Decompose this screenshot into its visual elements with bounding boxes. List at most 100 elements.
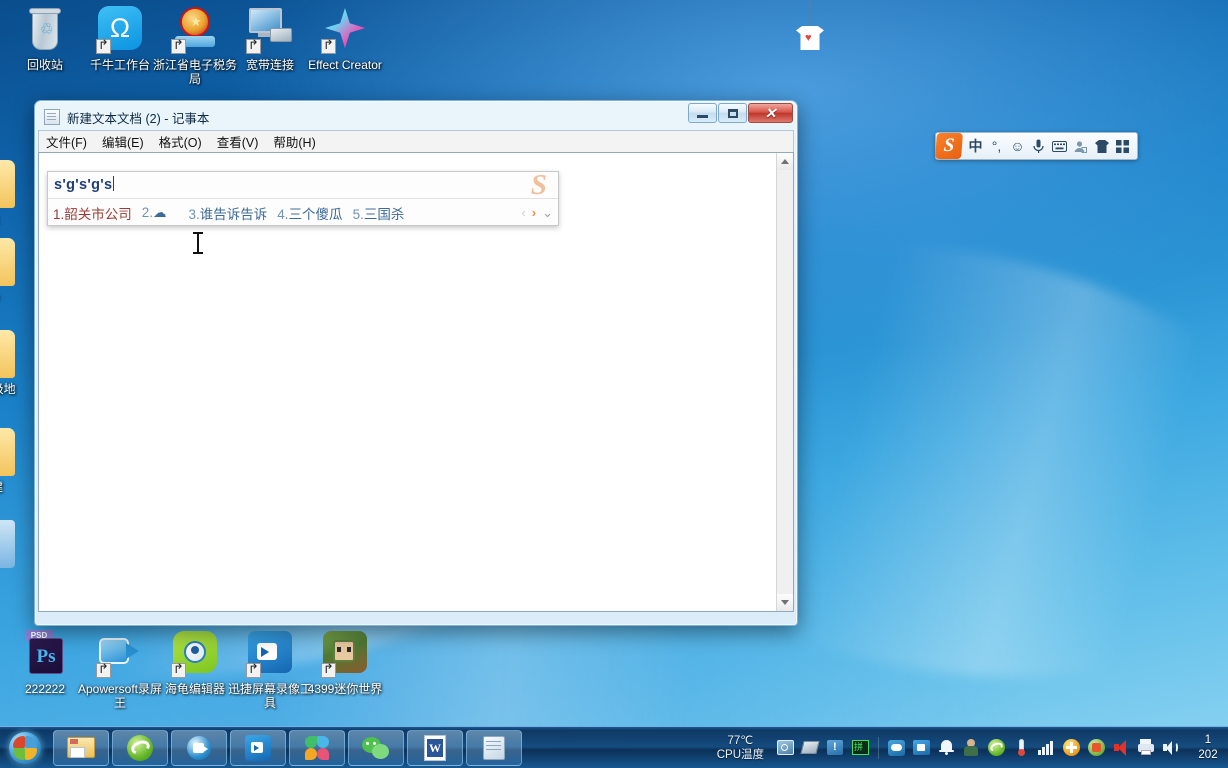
chinese-mode-icon[interactable]: 中 [965,133,986,159]
desktop-icon-label: 千牛工作台 [89,58,150,72]
tshirt-icon: ♥ [796,26,824,50]
info-badge-icon[interactable]: ! [826,738,845,757]
menu-item-file[interactable]: 文件(F) [46,132,87,151]
user-account-icon[interactable] [1070,133,1091,159]
menu-item-edit[interactable]: 编辑(E) [102,132,144,151]
punctuation-icon[interactable]: °, [986,133,1007,159]
desktop-icon-edge-4[interactable]: dz [0,520,34,586]
ime-candidate-1[interactable]: 1.韶关市公司 [53,203,132,223]
soft-keyboard-icon[interactable] [1049,133,1070,159]
notification-bell-icon[interactable] [937,738,956,757]
ime-candidate-4[interactable]: 4.三个傻瓜 [277,203,342,223]
desktop-icon-label: 迅捷屏幕录像工具 [227,682,312,710]
menu-item-view[interactable]: 查看(V) [217,132,259,151]
cloud-sync-icon[interactable] [887,738,906,757]
sogou-ime-toolbar[interactable]: S 中 °, ☺ [935,132,1138,160]
emoji-icon[interactable]: ☺ [1007,133,1028,159]
mouse-cursor-ibeam [193,232,203,254]
notepad-menu-bar[interactable]: 文件(F) 编辑(E) 格式(O) 查看(V) 帮助(H) [38,130,794,152]
update-plus-icon[interactable] [1062,738,1081,757]
taskbar-camera-button[interactable] [171,729,227,766]
windows-orb-icon [9,731,41,764]
candidate-number: 5. [352,206,364,222]
taskbar-ie-button[interactable] [112,729,168,766]
network-adapter-icon[interactable] [800,738,820,757]
skin-icon[interactable] [1091,133,1112,159]
desktop-icon-xunjie-recorder[interactable]: 迅捷屏幕录像工具 [227,630,313,710]
minimize-button[interactable] [688,103,717,123]
app-tray-icon[interactable] [1087,738,1106,757]
desktop-icon-recycle-bin[interactable]: ♲ 回收站 [2,6,88,72]
desktop-icon-label: 的t [0,212,34,226]
start-button[interactable] [0,727,50,768]
ime-candidate-5[interactable]: 5.三国杀 [353,203,405,223]
candidate-text: 韶关市公司 [64,206,132,222]
next-page-icon[interactable]: › [532,205,536,220]
desktop-icon-label: 222222 [24,682,66,696]
toolbox-icon[interactable] [1112,133,1133,159]
printer-icon[interactable] [1137,738,1156,757]
taskbar[interactable]: W 77℃ CPU温度 ! 拼 1 202 [0,726,1228,768]
turtle-editor-icon [171,630,219,678]
cpu-temperature-display: 77℃ CPU温度 [717,734,764,762]
scroll-up-arrow-icon[interactable] [777,153,793,170]
desktop-icon-label: 新建 [0,480,34,494]
voice-input-icon[interactable] [1028,133,1049,159]
system-tray[interactable]: 77℃ CPU温度 ! 拼 1 202 [717,727,1228,768]
ime-candidate-3[interactable]: 3.谁告诉告诉 [189,203,268,223]
desktop-icon-broadband[interactable]: 宽带连接 [227,6,313,72]
expand-chevron-down-icon[interactable]: ⌄ [542,205,553,221]
shortcut-arrow-icon [96,663,111,678]
menu-item-format[interactable]: 格式(O) [159,132,202,151]
qq-pinyin-icon[interactable]: 拼 [851,738,870,757]
sogou-skin-shirt-widget[interactable]: ♥ [796,0,824,50]
maximize-button[interactable] [718,103,747,123]
volume-mute-icon[interactable] [1112,738,1131,757]
security-guard-icon[interactable] [962,738,981,757]
desktop-icon-tax-bureau[interactable]: ★ 浙江省电子税务局 [152,6,238,86]
signal-bars-icon[interactable] [1037,738,1056,757]
desktop-icon-effect-creator[interactable]: Effect Creator [302,6,388,72]
desktop-icon-turtle-editor[interactable]: 海龟编辑器 [152,630,238,696]
desktop-icon-edge-1[interactable]: me [0,238,34,304]
close-button[interactable]: ✕ [748,103,793,123]
ime-candidate-2[interactable]: 2.☁ [142,205,167,221]
ime-candidate-window[interactable]: s'g's'g's S 1.韶关市公司 2.☁ 3.谁告诉告诉 4.三个傻瓜 5… [47,171,559,226]
shortcut-arrow-icon [171,39,186,54]
video-tray-icon[interactable] [912,738,931,757]
desktop-icon-label: me [0,290,34,304]
taskbar-video-player-button[interactable] [230,729,286,766]
ie-tray-icon[interactable] [987,738,1006,757]
screenshot-tool-icon[interactable] [776,738,795,757]
desktop-icon-label: SCR级地 [0,382,16,396]
desktop-icon-qianniu[interactable]: Ω 千牛工作台 [77,6,163,72]
taskbar-word-button[interactable]: W [407,729,463,766]
word-icon: W [420,733,450,763]
prev-page-icon[interactable]: ‹ [521,205,525,220]
broadband-connection-icon [246,6,294,54]
desktop-icon-label: 4399迷你世界 [307,682,383,696]
desktop-icon-label: 回收站 [26,58,63,72]
sogou-logo-icon[interactable]: S [935,133,963,159]
vertical-scrollbar[interactable] [776,153,793,611]
taskbar-file-explorer-button[interactable] [53,729,109,766]
scroll-down-arrow-icon[interactable] [777,594,793,611]
taskbar-flower-app-button[interactable] [289,729,345,766]
menu-item-help[interactable]: 帮助(H) [273,132,315,151]
volume-icon[interactable] [1162,738,1181,757]
desktop-icon-edge-3[interactable]: 新建 [0,428,34,494]
thermometer-icon[interactable] [1012,738,1031,757]
notepad-title-bar[interactable]: 新建文本文档 (2) - 记事本 ✕ [38,103,794,130]
sogou-watermark-logo-icon: S [530,171,548,201]
wechat-icon [361,733,391,763]
folder-icon [0,520,15,568]
desktop-icon-edge-0[interactable]: 的t [0,160,34,226]
desktop-icon-edge-2[interactable]: SCR级地 [0,330,34,396]
taskbar-notepad-button[interactable] [466,729,522,766]
taskbar-wechat-button[interactable] [348,729,404,766]
desktop-icon-apowersoft[interactable]: Apowersoft录屏王 [77,630,163,710]
camera-app-icon [184,733,214,763]
desktop-icon-miniworld[interactable]: 4399迷你世界 [302,630,388,696]
desktop-icon-psd[interactable]: PSD Ps 222222 [2,630,88,696]
clock[interactable]: 1 202 [1188,733,1228,763]
